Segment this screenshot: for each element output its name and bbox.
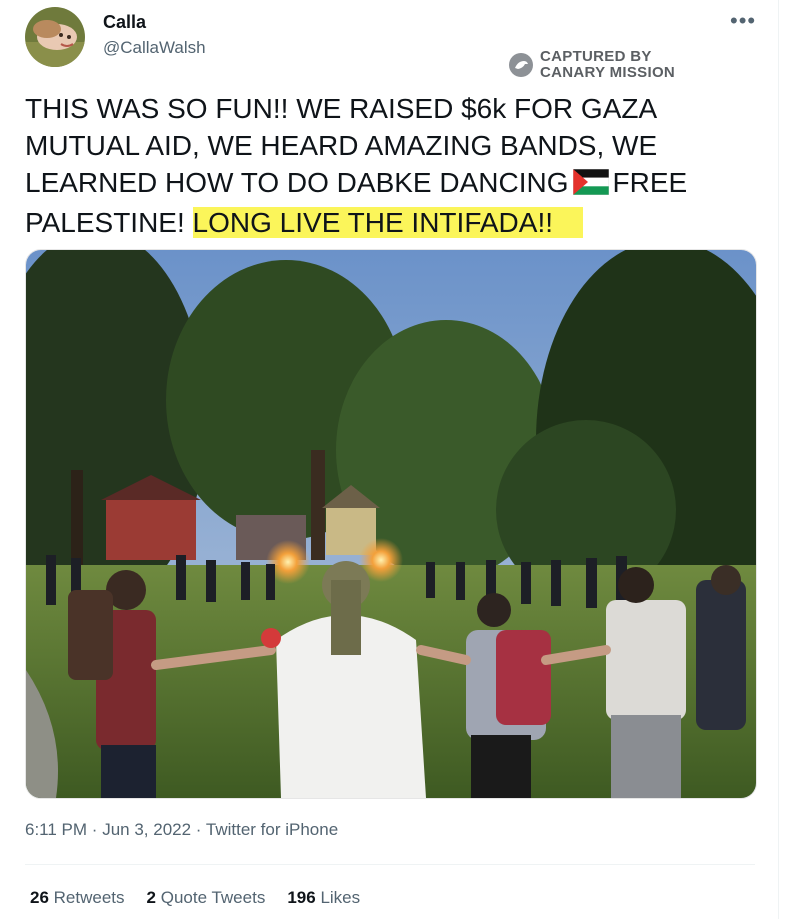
tweet-body: THIS WAS SO FUN!! WE RAISED $6k FOR GAZA…	[25, 90, 765, 241]
avatar-image	[25, 7, 85, 67]
likes-label: Likes	[320, 888, 361, 907]
tweet-card: Calla @CallaWalsh ••• CAPTURED BY CANARY…	[0, 0, 779, 919]
canary-mission-logo-icon	[509, 53, 533, 77]
tweet-photo[interactable]	[25, 249, 757, 799]
tweet-text-part1: THIS WAS SO FUN!! WE RAISED $6k FOR GAZA…	[25, 93, 658, 198]
dabke-dance-photo	[26, 250, 756, 798]
watermark-line2: CANARY MISSION	[540, 64, 676, 81]
meta-dot-1: ·	[91, 820, 98, 839]
meta-dot-2: ·	[195, 820, 202, 839]
tweet-time[interactable]: 6:11 PM	[25, 820, 87, 839]
avatar[interactable]	[25, 7, 85, 67]
watermark-text: CAPTURED BY CANARY MISSION	[540, 49, 675, 81]
likes-stat[interactable]: 196 Likes	[287, 888, 360, 908]
likes-count: 196	[287, 888, 316, 907]
divider	[25, 864, 755, 865]
retweets-label: Retweets	[53, 888, 125, 907]
quotes-count: 2	[146, 888, 156, 907]
tweet-stats: 26 Retweets 2 Quote Tweets 196 Likes	[30, 888, 360, 908]
retweets-count: 26	[30, 888, 49, 907]
quotes-label: Quote Tweets	[160, 888, 266, 907]
canary-mission-watermark: CAPTURED BY CANARY MISSION	[508, 49, 675, 81]
display-name[interactable]: Calla	[103, 12, 146, 33]
tweet-date[interactable]: Jun 3, 2022	[102, 820, 191, 839]
watermark-line1: CAPTURED BY	[540, 48, 652, 65]
retweets-stat[interactable]: 26 Retweets	[30, 888, 125, 908]
tweet-client[interactable]: Twitter for iPhone	[206, 820, 338, 839]
user-handle[interactable]: @CallaWalsh	[103, 38, 206, 58]
quote-tweets-stat[interactable]: 2 Quote Tweets	[147, 888, 266, 908]
highlighted-text: LONG LIVE THE INTIFADA!!	[192, 207, 584, 238]
tweet-meta: 6:11 PM · Jun 3, 2022 · Twitter for iPho…	[25, 820, 338, 840]
palestine-flag-icon	[572, 167, 609, 204]
more-dots-icon[interactable]: •••	[730, 8, 756, 34]
